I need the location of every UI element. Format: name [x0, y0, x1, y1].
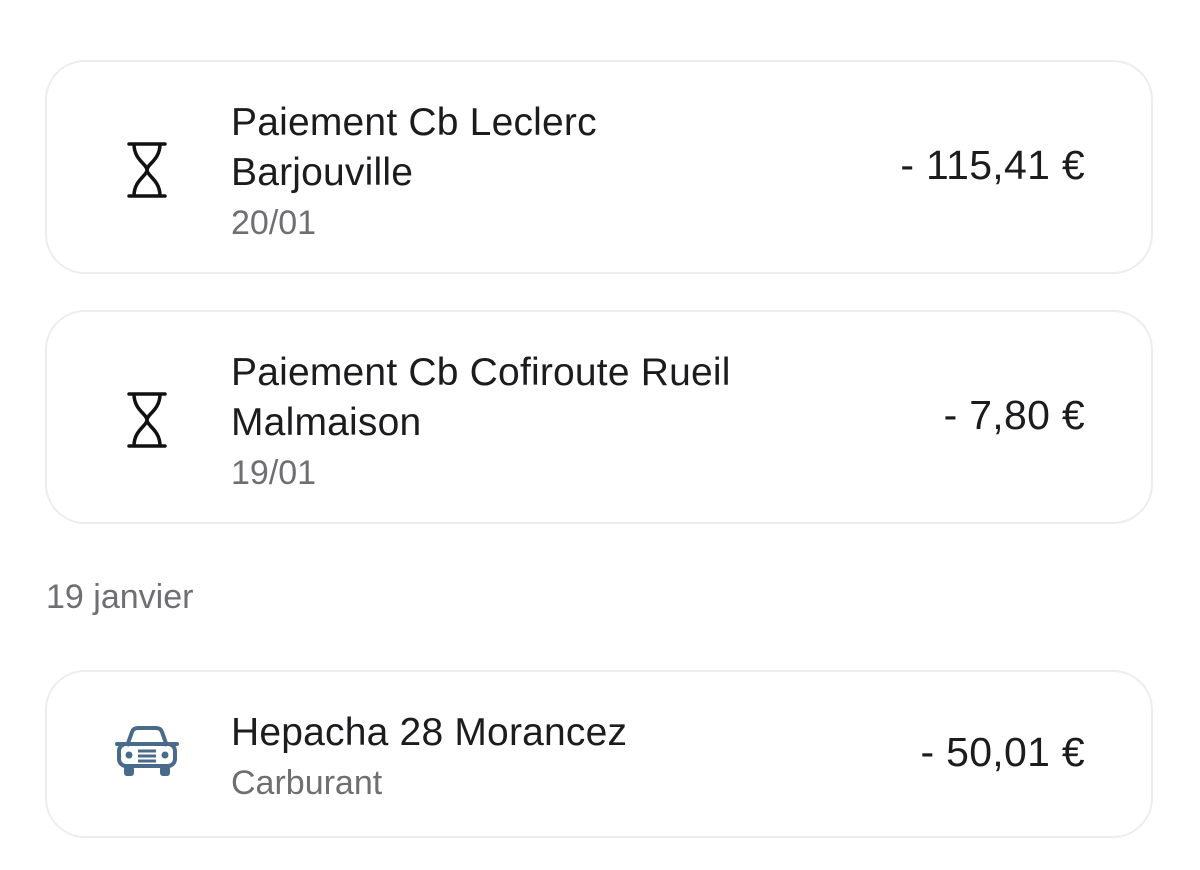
- transaction-card[interactable]: Paiement Cb Leclerc Barjouville 20/01 - …: [45, 60, 1153, 274]
- transaction-title-line2: Barjouville: [231, 151, 414, 194]
- transaction-card[interactable]: Hepacha 28 Morancez Carburant - 50,01 €: [45, 670, 1153, 838]
- date-section-header: 19 janvier: [46, 578, 194, 616]
- transaction-amount: - 115,41 €: [900, 142, 1085, 188]
- transaction-text: Paiement Cb Cofiroute Rueil Malmaison 19…: [231, 348, 791, 498]
- transaction-card[interactable]: Paiement Cb Cofiroute Rueil Malmaison 19…: [45, 310, 1153, 524]
- transaction-text: Hepacha 28 Morancez Carburant: [231, 708, 791, 808]
- transaction-date: 19/01: [231, 454, 317, 492]
- transaction-title-line2: Malmaison: [231, 401, 422, 444]
- transaction-date: 20/01: [231, 204, 317, 242]
- transaction-title-line1: Paiement Cb Cofiroute Rueil: [231, 351, 731, 394]
- transaction-amount: - 7,80 €: [943, 392, 1085, 438]
- transaction-amount: - 50,01 €: [920, 729, 1085, 775]
- transaction-title-line1: Paiement Cb Leclerc: [231, 101, 597, 144]
- car-icon: [115, 726, 179, 776]
- hourglass-icon: [127, 392, 167, 448]
- transaction-text: Paiement Cb Leclerc Barjouville 20/01: [231, 98, 791, 248]
- transaction-title: Hepacha 28 Morancez: [231, 711, 628, 754]
- transaction-category: Carburant: [231, 764, 383, 802]
- transactions-page: Paiement Cb Leclerc Barjouville 20/01 - …: [0, 0, 1200, 870]
- hourglass-icon: [127, 142, 167, 198]
